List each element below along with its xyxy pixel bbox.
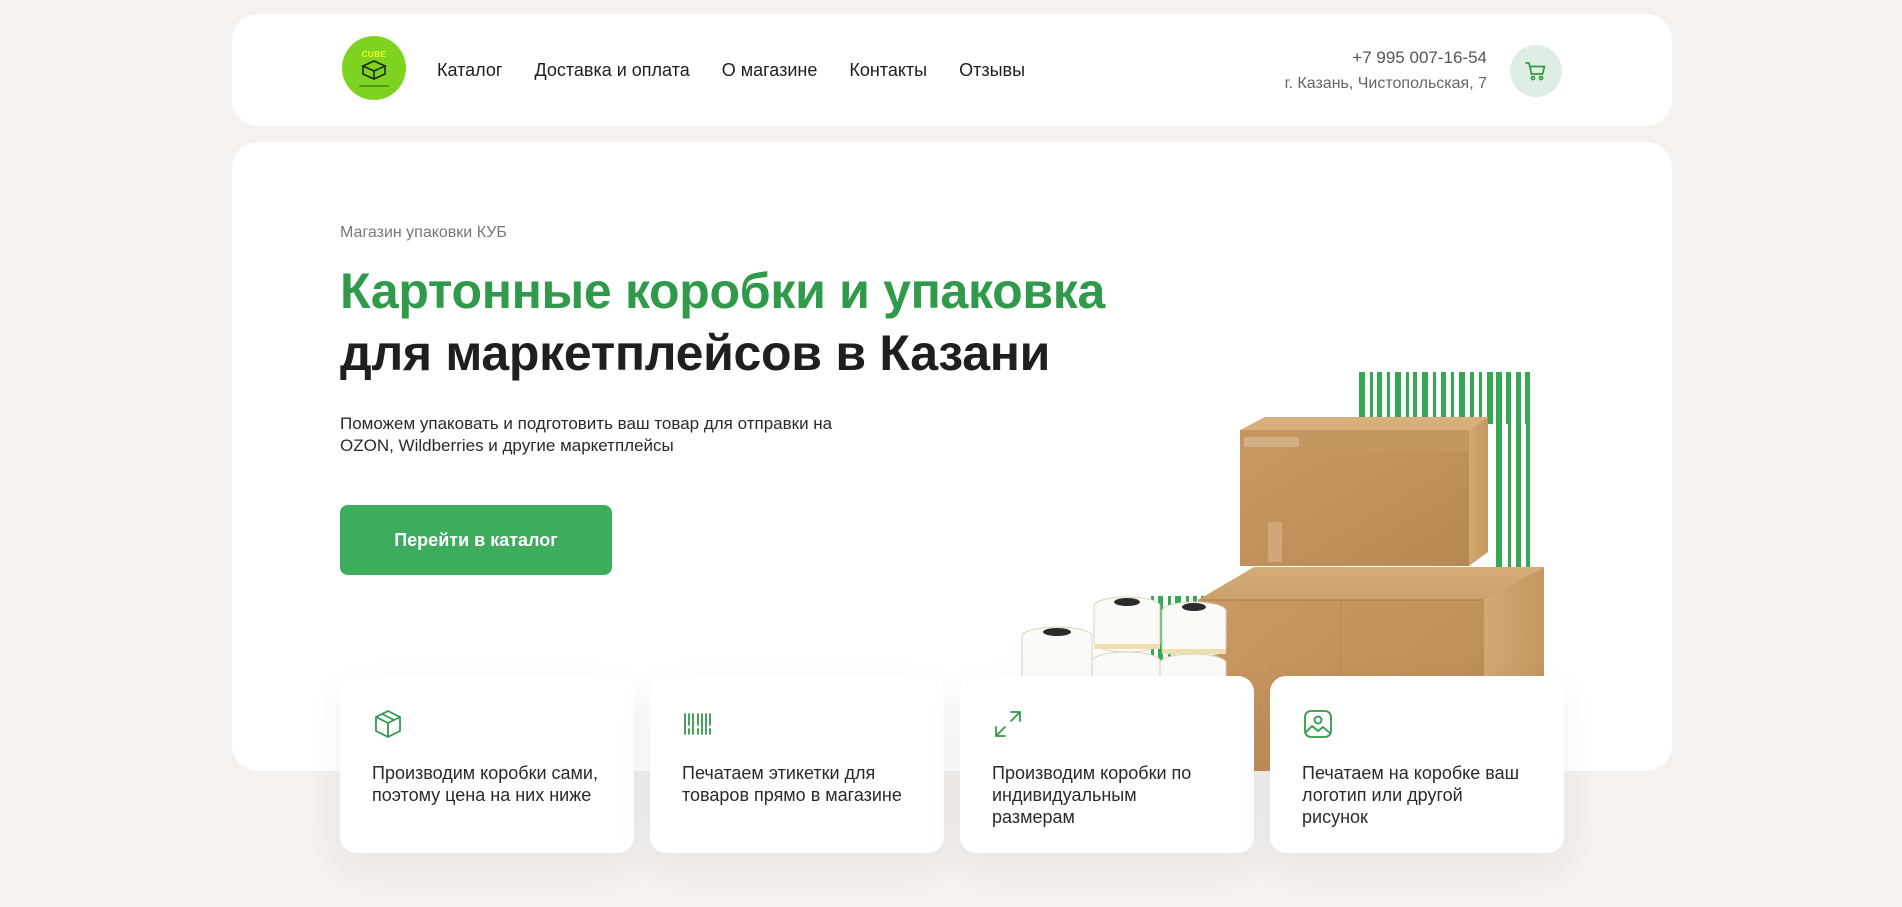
- logo-box-icon: [361, 59, 387, 80]
- feature-card: Производим коробки сами, поэтому цена на…: [340, 676, 634, 853]
- feature-cards: Производим коробки сами, поэтому цена на…: [340, 676, 1564, 853]
- feature-text: Производим коробки сами, поэтому цена на…: [372, 763, 598, 805]
- cart-button[interactable]: [1510, 45, 1562, 97]
- cart-icon: [1525, 62, 1546, 81]
- nav-contacts[interactable]: Контакты: [849, 58, 927, 82]
- logo-underline: [359, 84, 389, 87]
- nav-about[interactable]: О магазине: [722, 58, 818, 82]
- catalog-button[interactable]: Перейти в каталог: [340, 505, 612, 575]
- feature-text: Печатаем на коробке ваш логотип или друг…: [1302, 763, 1520, 827]
- nav-delivery[interactable]: Доставка и оплата: [534, 58, 689, 82]
- feature-text: Производим коробки по индивидуальным раз…: [992, 763, 1192, 827]
- feature-card: Производим коробки по индивидуальным раз…: [960, 676, 1254, 853]
- address-text: г. Казань, Чистопольская, 7: [1284, 75, 1487, 92]
- nav-catalog[interactable]: Каталог: [437, 58, 502, 82]
- logo-text: CUBE: [361, 49, 387, 59]
- image-icon: [1304, 710, 1332, 738]
- site-header: CUBE Каталог Доставка и оплата О магазин…: [232, 14, 1672, 126]
- hero-eyebrow: Магазин упаковки КУБ: [340, 224, 507, 241]
- nav-reviews[interactable]: Отзывы: [959, 58, 1025, 82]
- contact-block: +7 995 007-16-54 г. Казань, Чистопольска…: [1285, 47, 1487, 95]
- logo[interactable]: CUBE: [342, 36, 406, 100]
- main-nav: Каталог Доставка и оплата О магазине Кон…: [437, 58, 1025, 82]
- resize-icon: [995, 711, 1021, 737]
- phone-link[interactable]: +7 995 007-16-54: [1285, 47, 1487, 69]
- barcode-icon: [684, 713, 711, 735]
- feature-text: Печатаем этикетки для товаров прямо в ма…: [682, 763, 902, 805]
- feature-card: Печатаем на коробке ваш логотип или друг…: [1270, 676, 1564, 853]
- hero-subtitle: Поможем упаковать и подготовить ваш това…: [340, 414, 833, 455]
- feature-card: Печатаем этикетки для товаров прямо в ма…: [650, 676, 944, 853]
- barcode-graphic-top: [1359, 372, 1530, 424]
- top-box: [1240, 417, 1488, 566]
- box-icon: [375, 710, 401, 738]
